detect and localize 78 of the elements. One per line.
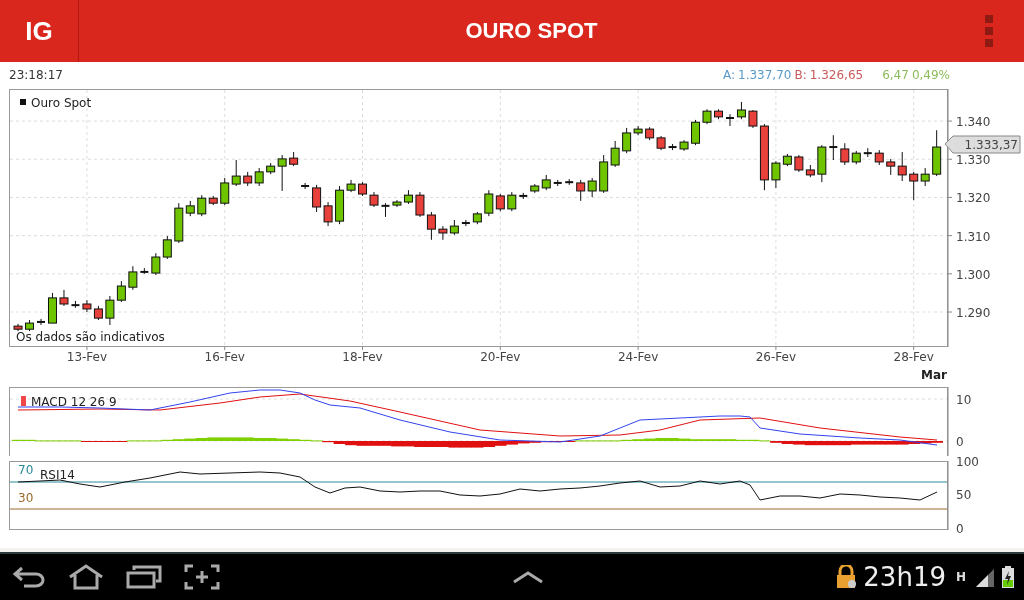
legend-marker-icon xyxy=(20,99,26,105)
lock-icon xyxy=(835,565,858,589)
date-axis-label: 16-Fev xyxy=(204,350,245,364)
candlestick xyxy=(587,177,597,198)
network-type: H xyxy=(955,570,966,584)
price-axis-label: 1.310 xyxy=(956,229,991,244)
candlestick xyxy=(197,194,207,217)
bid-label: B: xyxy=(794,68,807,82)
legend-label: Ouro Spot xyxy=(31,96,92,110)
candlestick xyxy=(438,225,448,241)
date-axis-label: 18-Fev xyxy=(342,350,383,364)
candlestick xyxy=(105,295,115,326)
battery-charging-icon xyxy=(1002,566,1014,588)
candlestick xyxy=(691,119,701,146)
candlestick xyxy=(622,127,632,154)
candlestick xyxy=(59,289,69,307)
date-axis-label: 20-Fev xyxy=(480,350,521,364)
date-axis-label: 13-Fev xyxy=(66,350,108,364)
price-change: 6,47 xyxy=(882,68,909,82)
candlestick xyxy=(323,201,333,227)
candlestick xyxy=(771,160,781,189)
candlestick xyxy=(909,171,919,201)
back-icon[interactable] xyxy=(12,565,46,589)
candlestick xyxy=(576,179,586,202)
date-axis-label: 28-Fev xyxy=(893,350,934,364)
candlestick xyxy=(128,265,138,291)
macd-axis-label: 10 xyxy=(956,393,972,407)
last-price-tag: 1.333,37 xyxy=(944,135,1021,154)
date-axis-label: 24-Fev xyxy=(617,350,659,364)
lower-level-label: 30 xyxy=(18,491,34,505)
percent-change: 0,49% xyxy=(911,68,950,82)
price-axis-label: 1.300 xyxy=(956,267,991,282)
candlestick xyxy=(484,189,494,217)
candlestick xyxy=(507,191,517,212)
candlestick xyxy=(220,177,230,206)
candlestick xyxy=(277,154,287,192)
macd-axis-label: 0 xyxy=(956,435,964,449)
candlestick xyxy=(36,318,46,326)
screen-title: OURO SPOT xyxy=(464,18,599,44)
home-icon[interactable] xyxy=(68,564,104,590)
candlestick xyxy=(312,184,322,213)
candlestick xyxy=(151,252,161,276)
candlestick xyxy=(610,140,620,168)
legend-marker-icon xyxy=(21,396,26,406)
candlestick xyxy=(415,191,425,218)
candlestick xyxy=(840,142,850,166)
candlestick xyxy=(897,151,907,182)
bid-price: 1.326,65 xyxy=(809,68,864,82)
status-time: 23h19 xyxy=(863,562,946,592)
ask-price: 1.337,70 xyxy=(738,68,792,82)
candlestick xyxy=(116,280,126,303)
rsi-axis-label: 0 xyxy=(956,522,964,536)
candlestick xyxy=(231,159,241,187)
ask-label: A: xyxy=(722,68,735,82)
signal-icon xyxy=(974,567,994,587)
upper-level-label: 70 xyxy=(18,463,34,477)
quote-time: 23:18:17 xyxy=(9,68,63,82)
candlestick xyxy=(162,235,172,260)
macd-label: MACD 12 26 9 xyxy=(31,395,117,409)
price-axis-label: 1.340 xyxy=(956,115,991,130)
candlestick xyxy=(300,182,311,190)
candlestick xyxy=(828,134,839,161)
rsi-label: RSI14 xyxy=(40,468,75,482)
candlestick xyxy=(460,219,471,227)
date-axis-label: 26-Fev xyxy=(755,350,797,364)
price-axis-label: 1.320 xyxy=(956,191,991,206)
chevron-up-icon[interactable] xyxy=(511,570,544,584)
candlestick xyxy=(426,211,436,241)
month-axis-label: Mar xyxy=(921,368,947,382)
recent-apps-icon[interactable] xyxy=(126,565,162,589)
screenshot-icon[interactable] xyxy=(184,564,220,590)
price-axis-label: 1.290 xyxy=(956,306,991,320)
candlestick xyxy=(724,113,735,127)
price-axis-label: 1.330 xyxy=(956,153,991,168)
rsi-axis-label: 50 xyxy=(956,488,972,502)
disclaimer-note: Os dados são indicativos xyxy=(16,330,165,344)
rsi-axis-label: 100 xyxy=(956,456,979,469)
logo[interactable]: IG xyxy=(25,15,53,47)
